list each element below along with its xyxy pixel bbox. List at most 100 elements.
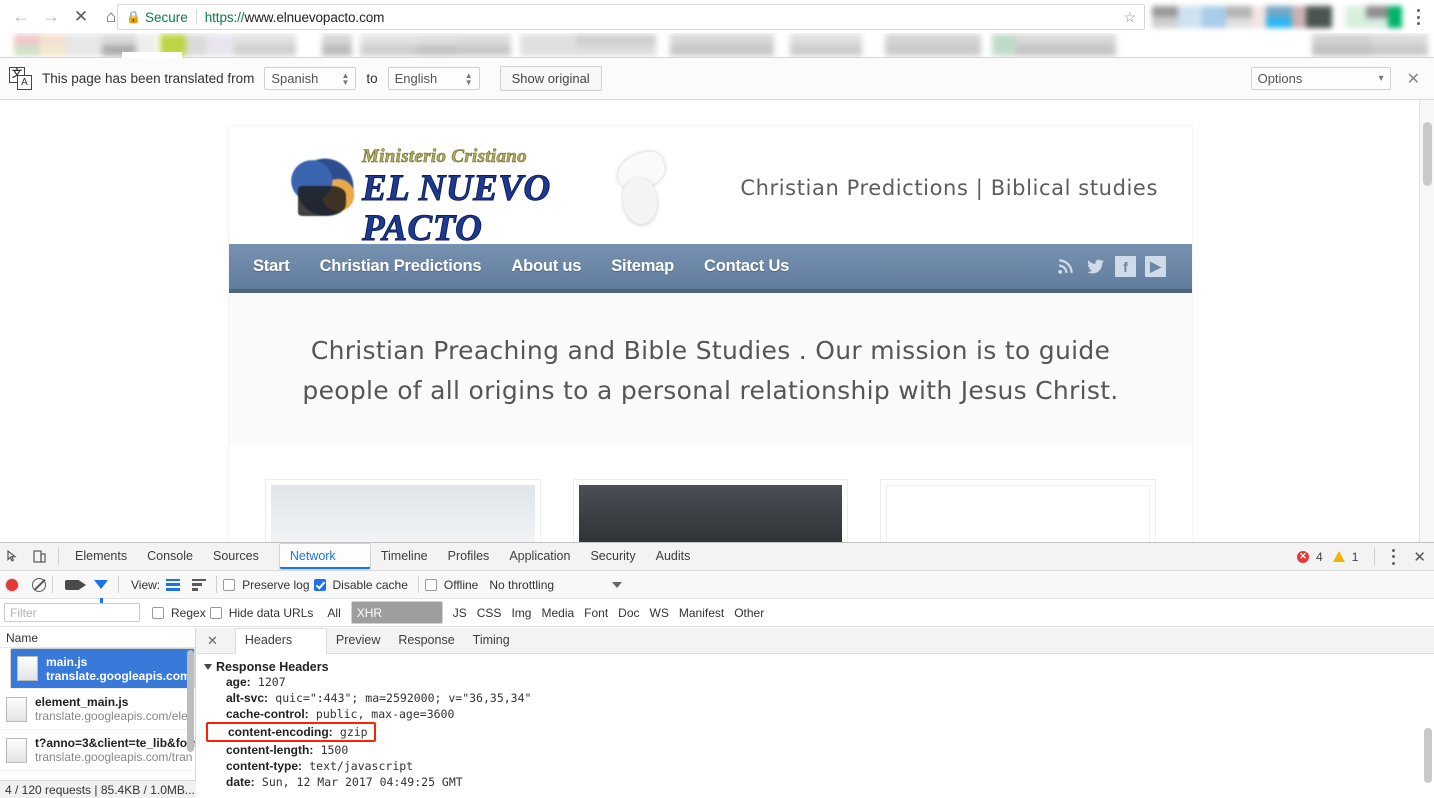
regex-label: Regex [171, 605, 206, 620]
browser-menu-icon[interactable] [1410, 9, 1426, 25]
options-dropdown[interactable]: Options ▾ [1250, 67, 1391, 90]
bookmark-star-icon[interactable]: ☆ [1123, 9, 1138, 26]
content-card[interactable] [265, 479, 541, 542]
target-language-value: English [394, 71, 438, 86]
translate-icon: 文A [9, 66, 33, 91]
filter-type-js[interactable]: JS [453, 606, 467, 620]
preserve-log-checkbox[interactable] [223, 578, 236, 591]
tab-elements[interactable]: Elements [65, 543, 137, 570]
filter-type-manifest[interactable]: Manifest [679, 606, 724, 620]
content-card[interactable] [572, 479, 849, 542]
close-detail-icon[interactable]: ✕ [200, 633, 225, 649]
header-value: Sun, 12 Mar 2017 04:49:25 GMT [261, 775, 463, 789]
tab-audits[interactable]: Audits [646, 543, 701, 570]
rss-icon[interactable] [1055, 256, 1076, 277]
tab-preview[interactable]: Preview [327, 628, 389, 653]
error-icon[interactable]: ✕ [1297, 550, 1310, 563]
filter-type-doc[interactable]: Doc [618, 606, 639, 620]
devtools-status-icons: ✕ 4 1 ✕ [1297, 548, 1434, 566]
table-row[interactable]: t?anno=3&client=te_lib&form. translate.g… [0, 730, 195, 771]
filter-input[interactable]: Filter [4, 603, 140, 622]
source-language-select[interactable]: Spanish ▲ ▼ [264, 67, 357, 90]
script-file-icon [6, 696, 27, 722]
request-domain: translate.googleapis.com/tran [46, 668, 188, 683]
record-button[interactable] [6, 578, 18, 591]
header-row-content-type: content-type: text/javascript [204, 758, 1434, 774]
header-row-alt-svc: alt-svc: quic=":443"; ma=2592000; v="36,… [204, 690, 1434, 706]
request-list-pane: Name main.js translate.googleapis.com/tr… [0, 628, 196, 798]
devtools-menu-icon[interactable] [1385, 548, 1401, 565]
table-row[interactable]: main.js translate.googleapis.com/tran [10, 648, 195, 689]
browser-chrome: ← → ✕ ⌂ 🔒 Secure https://www.elnuevopact… [0, 0, 1434, 62]
page-scrollbar-thumb[interactable] [1423, 122, 1432, 186]
disable-cache-checkbox[interactable] [313, 578, 326, 591]
facebook-icon[interactable]: f [1115, 256, 1136, 277]
tab-network[interactable]: Network [278, 543, 371, 570]
twitter-icon[interactable] [1085, 256, 1106, 277]
view-list-icon[interactable] [166, 578, 181, 591]
hide-data-urls-checkbox[interactable] [209, 606, 222, 619]
section-label: Response Headers [216, 660, 329, 674]
nav-item-about-us[interactable]: About us [511, 257, 581, 276]
address-bar[interactable]: 🔒 Secure https://www.elnuevopacto.com ☆ [117, 4, 1145, 30]
stop-button[interactable]: ✕ [66, 2, 96, 32]
source-language-value: Spanish [271, 71, 319, 86]
nav-item-start[interactable]: Start [253, 257, 290, 276]
tab-sources[interactable]: Sources [203, 543, 269, 570]
tab-security[interactable]: Security [580, 543, 645, 570]
inspect-element-icon[interactable] [0, 544, 26, 570]
request-detail-pane: ✕ Headers Preview Response Timing Respon… [196, 627, 1434, 798]
clear-button[interactable] [32, 577, 46, 592]
close-devtools-icon[interactable]: ✕ [1413, 548, 1426, 566]
header-key: content-type: [226, 759, 302, 773]
detail-scrollbar[interactable] [1424, 728, 1432, 783]
bookmarks-bar[interactable] [0, 33, 1434, 57]
show-original-button[interactable]: Show original [499, 66, 602, 91]
content-card[interactable] [880, 479, 1157, 542]
filter-type-xhr[interactable]: XHR [350, 601, 443, 624]
offline-checkbox[interactable] [424, 578, 437, 591]
request-list-scrollbar[interactable] [187, 650, 194, 752]
filter-type-other[interactable]: Other [734, 606, 764, 620]
forward-button[interactable]: → [36, 2, 66, 32]
tab-timing[interactable]: Timing [464, 628, 519, 653]
filter-type-media[interactable]: Media [541, 606, 574, 620]
nav-item-sitemap[interactable]: Sitemap [611, 257, 674, 276]
disable-cache-label: Disable cache [332, 577, 408, 592]
page-scrollbar[interactable] [1419, 100, 1434, 542]
page-viewport: Ministerio Cristiano EL NUEVO PACTO Chri… [0, 100, 1434, 542]
tab-headers[interactable]: Headers [234, 627, 327, 654]
tabbar-divider [58, 548, 59, 565]
lock-icon: 🔒 [126, 10, 141, 24]
throttling-value[interactable]: No throttling [489, 578, 554, 592]
expand-caret-icon[interactable] [204, 664, 212, 670]
filter-type-ws[interactable]: WS [650, 606, 669, 620]
nav-item-contact-us[interactable]: Contact Us [704, 257, 789, 276]
filter-type-font[interactable]: Font [584, 606, 608, 620]
filter-type-img[interactable]: Img [511, 606, 531, 620]
social-links: f ▶ [1055, 256, 1166, 277]
youtube-icon[interactable]: ▶ [1145, 256, 1166, 277]
regex-checkbox[interactable] [152, 606, 164, 619]
filter-type-css[interactable]: CSS [477, 606, 502, 620]
view-waterfall-icon[interactable] [192, 578, 207, 591]
nav-item-christian-predictions[interactable]: Christian Predictions [320, 257, 482, 276]
tab-timeline[interactable]: Timeline [371, 543, 438, 570]
filter-type-all[interactable]: All [327, 606, 340, 620]
filter-toggle-icon[interactable] [94, 580, 108, 603]
response-headers-title[interactable]: Response Headers [204, 660, 1434, 674]
back-button[interactable]: ← [6, 2, 36, 32]
content-cards [229, 445, 1192, 542]
table-row[interactable]: element_main.js translate.googleapis.com… [0, 689, 195, 730]
tab-response[interactable]: Response [389, 628, 463, 653]
tab-application[interactable]: Application [499, 543, 580, 570]
warning-icon[interactable] [1332, 551, 1345, 562]
site-logo[interactable]: Ministerio Cristiano EL NUEVO PACTO [270, 140, 677, 249]
throttling-chevron-icon[interactable] [612, 581, 623, 588]
target-language-select[interactable]: English ▲ ▼ [387, 67, 480, 90]
capture-screenshots-icon[interactable] [65, 579, 86, 590]
tab-console[interactable]: Console [137, 543, 203, 570]
tab-profiles[interactable]: Profiles [438, 543, 500, 570]
close-infobar-icon[interactable]: ✕ [1407, 69, 1420, 89]
device-toolbar-icon[interactable] [26, 544, 52, 570]
